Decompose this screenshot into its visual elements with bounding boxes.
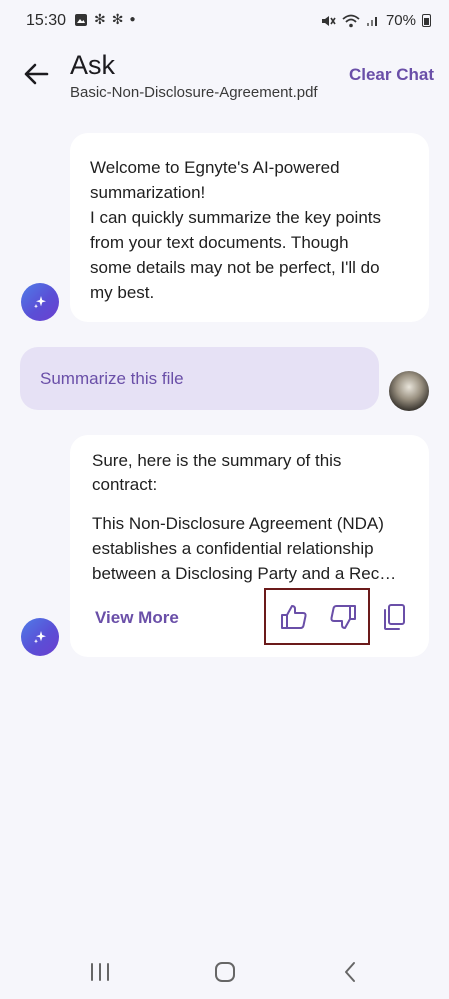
sparkle-icon <box>34 296 46 309</box>
mute-icon <box>321 15 336 26</box>
nav-back-icon <box>345 962 355 982</box>
ai-summary-bubble: Sure, here is the summary of this contra… <box>70 435 429 657</box>
snowflake-icon: ✻ <box>94 11 106 27</box>
thumbs-down-button[interactable] <box>326 600 360 634</box>
arrow-left-icon <box>24 63 49 85</box>
ai-message-text: Welcome to Egnyte's AI-powered summariza… <box>90 158 382 302</box>
ai-avatar <box>21 283 59 321</box>
copy-icon <box>384 604 405 630</box>
thumbs-up-icon <box>281 605 307 629</box>
ai-summary-text: This Non-Disclosure Agreement (NDA) esta… <box>92 514 397 583</box>
page-title: Ask <box>70 50 116 80</box>
copy-button[interactable] <box>377 600 411 634</box>
user-message-text: Summarize this file <box>40 368 184 388</box>
signal-icon <box>366 17 377 26</box>
snowflake-icon: ✻ <box>111 11 124 27</box>
recents-icon <box>91 963 109 981</box>
home-icon <box>215 962 235 982</box>
navigation-bar <box>0 945 449 999</box>
thumbs-down-icon <box>330 605 356 629</box>
status-notification-icons: ✻ ✻ ● <box>74 11 136 28</box>
home-button[interactable] <box>205 957 245 987</box>
view-more-button[interactable]: View More <box>95 608 179 628</box>
thumbs-up-button[interactable] <box>277 600 311 634</box>
user-message-bubble: Summarize this file <box>20 347 379 410</box>
ai-summary-intro: Sure, here is the summary of this contra… <box>92 451 342 494</box>
dot-icon: ● <box>129 14 136 25</box>
file-name: Basic-Non-Disclosure-Agreement.pdf <box>70 84 318 101</box>
ai-message-bubble: Welcome to Egnyte's AI-powered summariza… <box>70 133 429 322</box>
status-time: 15:30 <box>26 12 67 29</box>
recents-button[interactable] <box>80 957 120 987</box>
ai-avatar <box>21 618 59 656</box>
clear-chat-button[interactable]: Clear Chat <box>349 65 434 85</box>
battery-icon <box>422 14 431 27</box>
image-icon <box>75 13 87 26</box>
battery-percent: 70% <box>385 12 416 29</box>
back-button[interactable] <box>18 58 54 90</box>
wifi-icon <box>342 14 360 27</box>
sparkle-icon <box>34 631 46 644</box>
user-avatar <box>389 371 429 411</box>
status-right: 70% <box>320 12 431 29</box>
status-bar: 15:30 ✻ ✻ ● 70% <box>0 0 449 42</box>
nav-back-button[interactable] <box>330 957 370 987</box>
